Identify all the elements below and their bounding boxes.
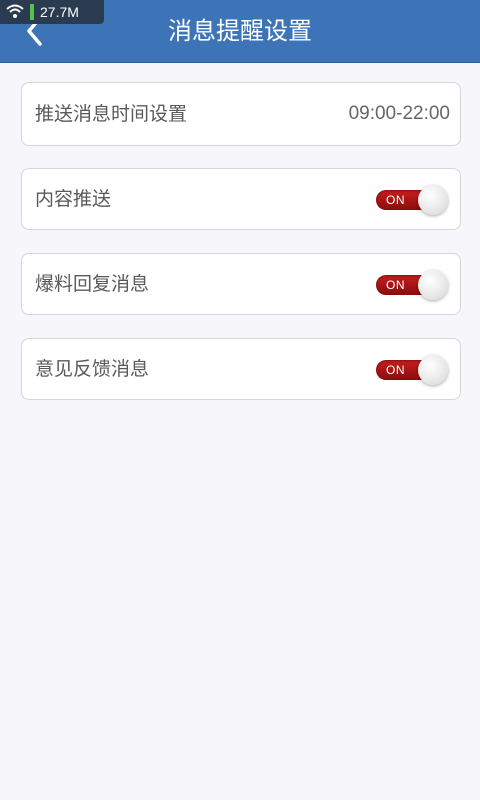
toggle-state: ON [386,193,405,207]
push-time-setting[interactable]: 推送消息时间设置 09:00-22:00 [21,82,461,146]
setting-feedback-message: 意见反馈消息 ON [21,338,461,400]
toggle-knob [418,355,448,385]
setting-breaking-news-reply: 爆料回复消息 ON [21,253,461,315]
status-bar: 27.7M [0,0,104,24]
setting-label: 意见反馈消息 [35,358,150,380]
feedback-message-toggle[interactable]: ON [376,355,448,385]
signal-bar [30,4,34,20]
push-time-value: 09:00-22:00 [348,103,450,124]
breaking-news-reply-toggle[interactable]: ON [376,270,448,300]
net-speed: 27.7M [40,4,79,20]
toggle-knob [418,270,448,300]
setting-content-push: 内容推送 ON [21,168,461,230]
push-time-label: 推送消息时间设置 [35,103,188,125]
wifi-icon [6,4,24,18]
setting-label: 爆料回复消息 [35,273,150,295]
header-bar: 消息提醒设置 27.7M [0,0,480,63]
toggle-knob [418,185,448,215]
toggle-state: ON [386,278,405,292]
setting-label: 内容推送 [35,188,112,210]
toggle-state: ON [386,363,405,377]
content-push-toggle[interactable]: ON [376,185,448,215]
